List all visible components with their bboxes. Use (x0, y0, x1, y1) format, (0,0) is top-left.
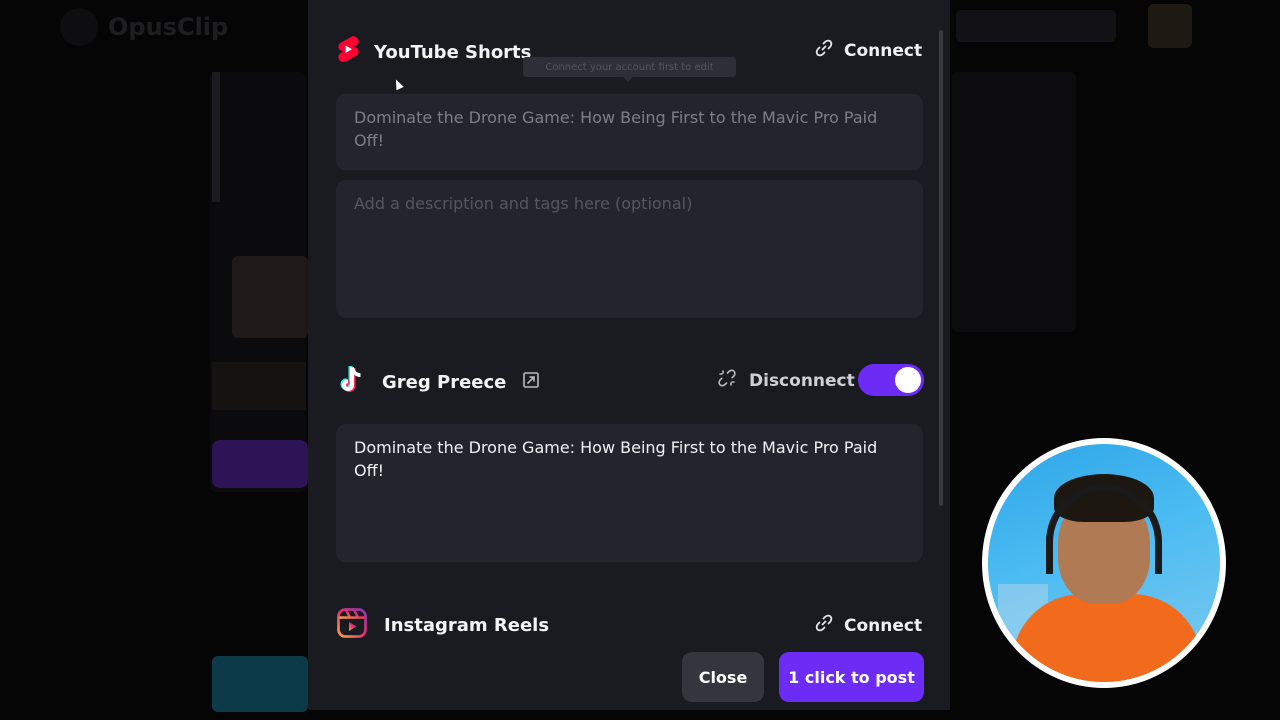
disconnect-label: Disconnect (749, 370, 855, 391)
background-button-secondary (212, 656, 308, 712)
tiktok-header: Greg Preece (336, 364, 540, 400)
webcam-overlay (982, 438, 1226, 688)
instagram-reels-header: Instagram Reels (336, 607, 549, 643)
link-icon (814, 613, 834, 638)
unlink-icon (717, 368, 737, 393)
logo-text: OpusClip (108, 13, 229, 41)
link-icon (814, 38, 834, 63)
tiktok-icon (336, 364, 366, 400)
youtube-description-field[interactable]: Add a description and tags here (optiona… (336, 180, 923, 318)
logo-mark (60, 8, 98, 46)
webcam-person-shirt (1012, 594, 1202, 682)
tiktok-caption-field[interactable]: Dominate the Drone Game: How Being First… (336, 424, 923, 562)
app-logo: OpusClip (60, 8, 228, 46)
background-right-panel (952, 72, 1076, 332)
background-avatar (232, 256, 308, 338)
webcam-feed (988, 444, 1220, 682)
youtube-shorts-icon (336, 34, 360, 70)
close-button[interactable]: Close (682, 652, 764, 702)
connect-label: Connect (844, 40, 923, 61)
tiktok-disconnect-button[interactable]: Disconnect (717, 368, 855, 393)
youtube-shorts-header: YouTube Shorts (336, 34, 531, 70)
platform-title: Instagram Reels (384, 614, 550, 636)
external-link-icon[interactable] (522, 371, 540, 393)
background-top-button (956, 10, 1116, 42)
background-button (212, 440, 308, 488)
toggle-knob (895, 367, 921, 393)
post-button[interactable]: 1 click to post (779, 652, 924, 702)
connect-label: Connect (844, 615, 923, 636)
instagram-connect-button[interactable]: Connect (814, 613, 922, 638)
platform-title: YouTube Shorts (374, 41, 532, 63)
background-thumbnail (212, 362, 306, 410)
background-bar (212, 72, 220, 202)
youtube-connect-button[interactable]: Connect (814, 38, 922, 63)
account-name: Greg Preece (382, 371, 507, 393)
modal-scrollbar[interactable] (939, 30, 943, 506)
instagram-reels-icon (336, 607, 368, 643)
tiktok-enable-toggle[interactable] (858, 364, 924, 396)
background-user-avatar (1148, 4, 1192, 48)
connect-tooltip: Connect your account first to edit (523, 57, 736, 82)
youtube-title-field[interactable]: Dominate the Drone Game: How Being First… (336, 94, 923, 170)
